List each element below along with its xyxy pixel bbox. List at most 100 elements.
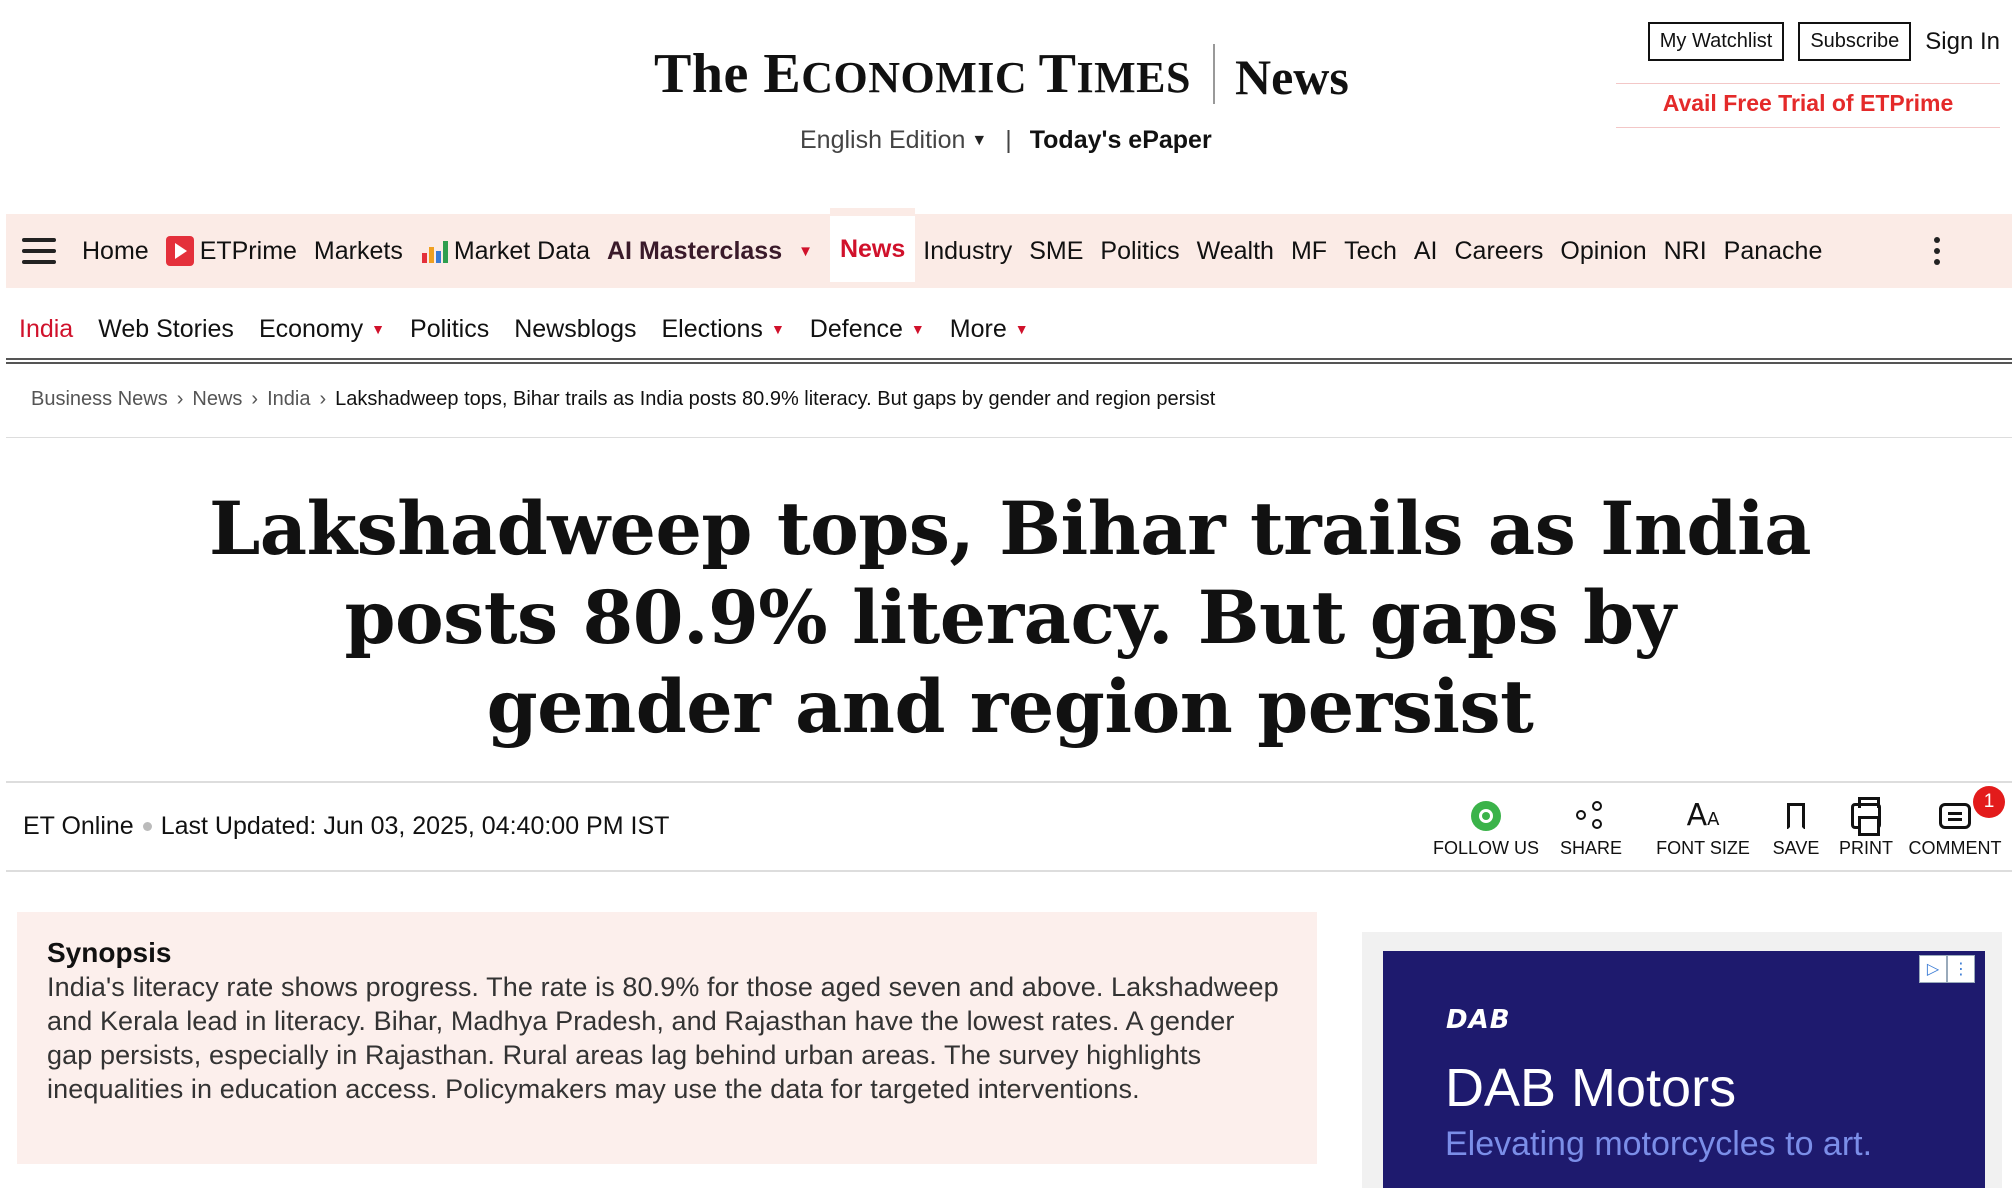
subnav-item-more[interactable]: More ▼ xyxy=(950,315,1029,344)
nav-item-politics[interactable]: Politics xyxy=(1100,237,1179,266)
display-ad[interactable]: DAB DAB Motors Elevating motorcycles to … xyxy=(1383,951,1985,1188)
nav-item-sme[interactable]: SME xyxy=(1029,237,1083,266)
epaper-link[interactable]: Today's ePaper xyxy=(1030,126,1212,155)
nav-item-wealth[interactable]: Wealth xyxy=(1197,237,1274,266)
breadcrumb-current: Lakshadweep tops, Bihar trails as India … xyxy=(335,388,1216,410)
free-trial-link[interactable]: Avail Free Trial of ETPrime xyxy=(1616,83,2000,128)
nav-item-panache[interactable]: Panache xyxy=(1724,237,1823,266)
ad-title: DAB Motors xyxy=(1445,1058,1737,1118)
chevron-down-icon: ▼ xyxy=(910,321,925,337)
primary-nav: Home ETPrime Markets Market Data AI Mast… xyxy=(6,208,2012,288)
font-size-icon: AA xyxy=(1686,798,1720,833)
chevron-down-icon: ▼ xyxy=(770,321,785,337)
synopsis-text: India's literacy rate shows progress. Th… xyxy=(47,972,1279,1104)
nav-item-opinion[interactable]: Opinion xyxy=(1560,237,1646,266)
action-label: SHARE xyxy=(1559,838,1622,858)
action-label: PRINT xyxy=(1839,838,1893,858)
breadcrumb-separator: › xyxy=(251,388,259,410)
nav-item-news[interactable]: News xyxy=(829,208,916,282)
action-label: COMMENT xyxy=(1908,838,2002,858)
etprime-play-icon xyxy=(165,236,194,266)
nav-item-industry[interactable]: Industry xyxy=(923,237,1012,266)
nav-item-home[interactable]: Home xyxy=(82,237,149,266)
subnav-item-economy[interactable]: Economy ▼ xyxy=(259,315,385,344)
breadcrumb-separator: › xyxy=(319,388,327,410)
font-size-button[interactable]: AA FONT SIZE xyxy=(1651,798,1755,859)
share-button[interactable]: SHARE xyxy=(1546,798,1636,859)
action-label: SAVE xyxy=(1772,838,1820,858)
action-label: FONT SIZE xyxy=(1656,838,1750,858)
site-logo[interactable]: The ECONOMIC TIMES News xyxy=(654,40,1349,108)
comment-button[interactable]: COMMENT 1 xyxy=(1903,786,2007,859)
nav-item-label: Market Data xyxy=(453,236,590,265)
subnav-item-india[interactable]: India xyxy=(19,315,73,344)
ad-menu-icon[interactable]: ⋮ xyxy=(1947,955,1975,983)
comment-count-badge: 1 xyxy=(1973,786,2005,818)
bookmark-icon xyxy=(1787,803,1805,830)
subnav-item-web-stories[interactable]: Web Stories xyxy=(98,315,234,344)
last-updated: Last Updated: Jun 03, 2025, 04:40:00 PM … xyxy=(160,812,670,840)
synopsis-box: Synopsis India's literacy rate shows pro… xyxy=(17,912,1317,1164)
divider xyxy=(6,781,2012,783)
breadcrumb-link-business-news[interactable]: Business News xyxy=(31,388,168,411)
print-button[interactable]: PRINT xyxy=(1833,797,1899,859)
chevron-down-icon: ▼ xyxy=(371,321,386,337)
nav-item-label: AI Masterclass xyxy=(607,236,783,265)
edition-selector[interactable]: English Edition xyxy=(800,126,965,155)
ad-tagline: Elevating motorcycles to art. xyxy=(1445,1125,1873,1163)
nav-item-label: ETPrime xyxy=(199,236,297,265)
hamburger-icon[interactable] xyxy=(22,238,56,264)
signin-link[interactable]: Sign In xyxy=(1925,28,2000,56)
divider xyxy=(6,870,2012,872)
follow-us-button[interactable]: FOLLOW US xyxy=(1428,798,1544,859)
adchoices-icon[interactable]: ▷ xyxy=(1919,955,1947,983)
kebab-menu-icon[interactable] xyxy=(1934,237,1940,265)
logo-divider xyxy=(1213,44,1215,104)
article-actions: FOLLOW US SHARE AA FONT SIZE SAVE PRINT … xyxy=(1428,786,2007,859)
breadcrumb-link-news[interactable]: News xyxy=(192,388,242,411)
subnav-item-defence[interactable]: Defence ▼ xyxy=(810,315,925,344)
account-area: My Watchlist Subscribe Sign In Avail Fre… xyxy=(1616,22,2000,128)
subnav-item-politics[interactable]: Politics xyxy=(410,315,489,344)
nav-item-careers[interactable]: Careers xyxy=(1455,237,1544,266)
watchlist-button[interactable]: My Watchlist xyxy=(1647,22,1785,61)
secondary-nav: India Web Stories Economy ▼ Politics New… xyxy=(6,300,2012,358)
action-label: FOLLOW US xyxy=(1432,838,1539,858)
breadcrumb: Business News › News › India › Lakshadwe… xyxy=(31,388,1215,411)
chevron-down-icon[interactable]: ▼ xyxy=(971,132,987,150)
nav-item-nri[interactable]: NRI xyxy=(1664,237,1707,266)
subnav-item-newsblogs[interactable]: Newsblogs xyxy=(514,315,636,344)
author[interactable]: ET Online xyxy=(23,812,134,841)
nav-item-tech[interactable]: Tech xyxy=(1344,237,1397,266)
ad-brand-logo: DAB xyxy=(1446,1005,1511,1035)
breadcrumb-separator: › xyxy=(176,388,184,410)
subnav-item-label: Economy xyxy=(258,314,364,343)
nav-item-ai-masterclass[interactable]: AI Masterclass ▼ xyxy=(607,237,813,266)
divider xyxy=(6,437,2012,438)
edition-row: English Edition ▼ | Today's ePaper xyxy=(800,126,1212,155)
subscribe-button[interactable]: Subscribe xyxy=(1798,22,1912,61)
ad-choices: ▷ ⋮ xyxy=(1919,955,1975,983)
byline-dot xyxy=(142,822,152,831)
share-icon xyxy=(1576,801,1606,831)
byline: ET Online Last Updated: Jun 03, 2025, 04… xyxy=(23,812,669,841)
nav-item-etprime[interactable]: ETPrime xyxy=(165,236,297,266)
nav-item-ai[interactable]: AI xyxy=(1414,237,1438,266)
subnav-item-elections[interactable]: Elections ▼ xyxy=(661,315,784,344)
section-name: News xyxy=(1235,49,1349,105)
article-headline: Lakshadweep tops, Bihar trails as India … xyxy=(208,486,1812,750)
synopsis-title: Synopsis xyxy=(47,937,172,968)
chevron-down-icon: ▼ xyxy=(798,242,813,260)
chevron-down-icon: ▼ xyxy=(1014,321,1029,337)
nav-item-markets[interactable]: Markets xyxy=(314,237,403,266)
breadcrumb-link-india[interactable]: India xyxy=(267,388,310,411)
nav-item-mf[interactable]: MF xyxy=(1291,237,1327,266)
masthead: The ECONOMIC TIMES News English Edition … xyxy=(0,0,2012,214)
save-button[interactable]: SAVE xyxy=(1763,798,1829,859)
comment-icon xyxy=(1939,803,1971,829)
subnav-item-label: More xyxy=(949,314,1007,343)
whatsapp-icon xyxy=(1471,801,1501,831)
nav-item-market-data[interactable]: Market Data xyxy=(420,237,590,266)
printer-icon xyxy=(1851,797,1881,836)
logo-wordmark: The ECONOMIC TIMES xyxy=(654,43,1191,105)
